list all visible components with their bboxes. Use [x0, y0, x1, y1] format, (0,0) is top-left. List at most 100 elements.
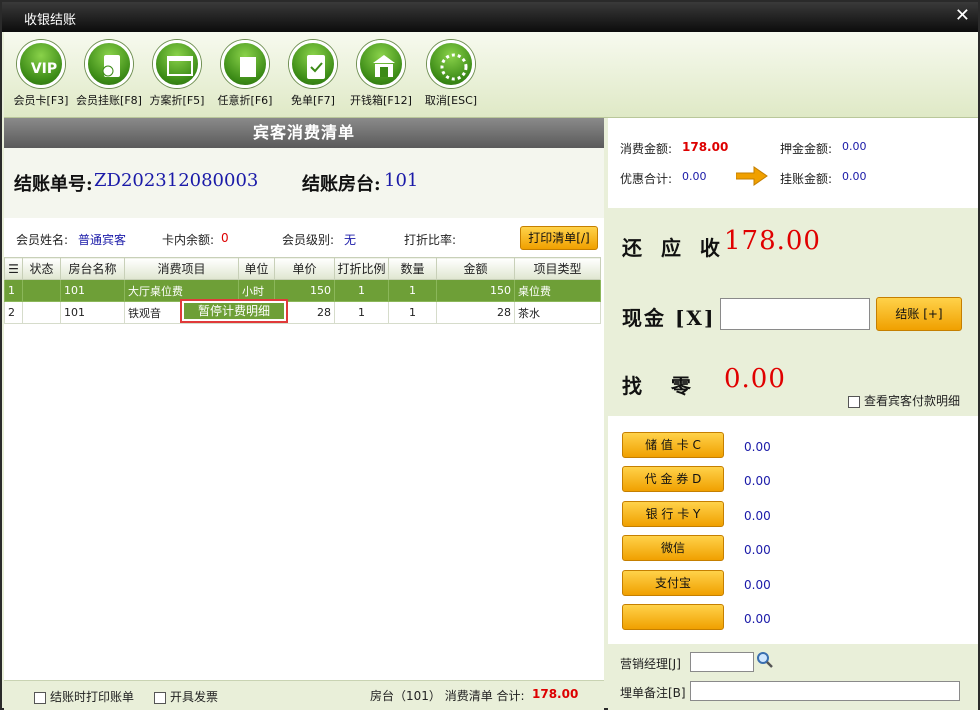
col-header: 状态	[22, 257, 61, 280]
toolbar-label: 会员卡[F3]	[13, 94, 69, 107]
cell-room: 101	[60, 279, 125, 302]
search-icon[interactable]	[756, 651, 774, 672]
close-icon[interactable]: ✕	[955, 5, 970, 26]
discount-total-value: 0.00	[682, 170, 707, 183]
view-guest-payment-label: 查看宾客付款明细	[864, 394, 961, 408]
open-cash-drawer-button[interactable]: 开钱箱[F12]	[346, 40, 416, 108]
window-title: 收银结账	[24, 13, 77, 28]
bill-info: 结账单号: ZD202312080003 结账房台: 101	[4, 148, 604, 218]
bank-card-button[interactable]: 银 行 卡 Y	[622, 501, 724, 527]
member-credit-icon	[85, 40, 133, 88]
cell-discount: 1	[334, 279, 389, 302]
toolbar-label: 任意折[F6]	[217, 94, 273, 107]
cell-status	[22, 301, 61, 324]
cash-label: 现金 [X]	[622, 306, 716, 330]
vip-card-button[interactable]: VIP 会员卡[F3]	[6, 40, 76, 108]
member-level-value: 无	[344, 233, 357, 247]
payment-methods: 储 值 卡 C 0.00 代 金 券 D 0.00 银 行 卡 Y 0.00 微…	[608, 416, 978, 644]
table-row[interactable]: 2 101 铁观音 28 1 1 28 茶水	[4, 301, 601, 324]
toolbar-label: 方案折[F5]	[149, 94, 205, 107]
cell-qty: 1	[388, 301, 437, 324]
toolbar-label: 会员挂账[F8]	[76, 94, 142, 107]
col-header: 单价	[274, 257, 335, 280]
row-index: 1	[4, 279, 23, 302]
panel-heading: 宾客消费清单	[4, 118, 604, 148]
scheme-discount-button[interactable]: 方案折[F5]	[142, 40, 212, 108]
receivable-label: 还 应 收	[622, 236, 726, 260]
col-header: 打折比例	[334, 257, 389, 280]
toolbar-label: 免单[F7]	[291, 94, 335, 107]
other-payment-button[interactable]	[622, 604, 724, 630]
member-name-value: 普通宾客	[78, 233, 127, 247]
voucher-button[interactable]: 代 金 券 D	[622, 466, 724, 492]
cancel-button[interactable]: 取消[ESC]	[416, 40, 486, 108]
wechat-amount: 0.00	[744, 543, 771, 557]
grid-menu-icon[interactable]: ☰	[4, 257, 23, 280]
footer-total: 178.00	[532, 687, 579, 701]
bill-number-value: ZD202312080003	[94, 170, 259, 191]
cell-amount: 150	[436, 279, 515, 302]
room-label: 结账房台:	[302, 174, 381, 195]
change-value: 0.00	[724, 364, 786, 394]
free-order-button[interactable]: 免单[F7]	[278, 40, 348, 108]
alipay-amount: 0.00	[744, 578, 771, 592]
card-balance-label: 卡内余额:	[162, 233, 215, 247]
scheme-discount-icon	[153, 40, 201, 88]
deposit-value: 0.00	[842, 140, 867, 153]
member-credit-button[interactable]: 会员挂账[F8]	[74, 40, 144, 108]
print-list-button[interactable]: 打印清单[/]	[520, 226, 598, 250]
discount-rate-label: 打折比率:	[404, 233, 457, 247]
checkbox-box[interactable]	[154, 691, 166, 704]
col-header: 数量	[388, 257, 437, 280]
consumption-table: ☰ 状态 房台名称 消费项目 单位 单价 打折比例 数量 金额 项目类型 1 1…	[4, 257, 601, 324]
cell-room: 101	[60, 301, 125, 324]
alipay-button[interactable]: 支付宝	[622, 570, 724, 596]
checkout-button[interactable]: 结账 [+]	[876, 297, 962, 331]
notch-shape	[34, 204, 58, 218]
stored-value-card-button[interactable]: 储 值 卡 C	[622, 432, 724, 458]
row-index: 2	[4, 301, 23, 324]
checkbox-box[interactable]	[848, 395, 860, 408]
remark-input[interactable]	[690, 681, 960, 701]
member-level-label: 会员级别:	[282, 233, 335, 247]
col-header: 项目类型	[514, 257, 601, 280]
toolbar-label: 取消[ESC]	[424, 94, 478, 107]
wechat-button[interactable]: 微信	[622, 535, 724, 561]
room-value: 101	[384, 170, 419, 191]
change-label: 找 零	[622, 374, 693, 398]
col-header: 单位	[238, 257, 275, 280]
member-name-label: 会员姓名:	[16, 233, 69, 247]
cell-qty: 1	[388, 279, 437, 302]
title-bar: 收银结账 ✕	[2, 2, 978, 32]
receivable-value: 178.00	[724, 226, 821, 256]
other-payment-amount: 0.00	[744, 612, 771, 626]
col-header: 房台名称	[60, 257, 125, 280]
arrow-right-icon	[735, 166, 768, 189]
amount-summary: 消费金额: 178.00 押金金额: 0.00 优惠合计: 0.00 挂账金额:…	[608, 118, 978, 208]
credit-label: 挂账金额:	[780, 172, 833, 186]
deposit-label: 押金金额:	[780, 142, 833, 156]
checkout-window: 收银结账 ✕ VIP 会员卡[F3] 会员挂账[F8] 方案折[F5] 任意折[…	[0, 0, 980, 710]
settlement-panel: 消费金额: 178.00 押金金额: 0.00 优惠合计: 0.00 挂账金额:…	[608, 118, 978, 710]
pause-billing-detail-menu-item[interactable]: 暂停计费明细	[184, 303, 284, 319]
issue-invoice-checkbox[interactable]: 开具发票	[154, 688, 218, 705]
view-guest-payment-checkbox[interactable]: 查看宾客付款明细	[848, 392, 960, 409]
cash-input[interactable]	[720, 298, 870, 330]
bottom-fields: 营销经理[J] 埋单备注[B]	[608, 644, 978, 710]
cancel-icon	[427, 40, 475, 88]
table-row[interactable]: 1 101 大厅桌位费 小时 150 1 1 150 桌位费	[4, 279, 601, 302]
member-info-row: 会员姓名: 普通宾客 卡内余额: 0 会员级别: 无 打折比率:	[4, 218, 604, 256]
toolbar-label: 开钱箱[F12]	[350, 94, 412, 107]
manager-input[interactable]	[690, 652, 754, 672]
print-on-checkout-label: 结账时打印账单	[50, 690, 135, 704]
stored-value-card-amount: 0.00	[744, 440, 771, 454]
discount-total-label: 优惠合计:	[620, 172, 673, 186]
print-on-checkout-checkbox[interactable]: 结账时打印账单	[34, 688, 134, 705]
custom-discount-button[interactable]: 任意折[F6]	[210, 40, 280, 108]
vip-icon: VIP	[17, 40, 65, 88]
custom-discount-icon	[221, 40, 269, 88]
toolbar: VIP 会员卡[F3] 会员挂账[F8] 方案折[F5] 任意折[F6] 免单[…	[4, 32, 978, 118]
table-header: ☰ 状态 房台名称 消费项目 单位 单价 打折比例 数量 金额 项目类型	[4, 257, 601, 280]
credit-value: 0.00	[842, 170, 867, 183]
checkbox-box[interactable]	[34, 691, 46, 704]
